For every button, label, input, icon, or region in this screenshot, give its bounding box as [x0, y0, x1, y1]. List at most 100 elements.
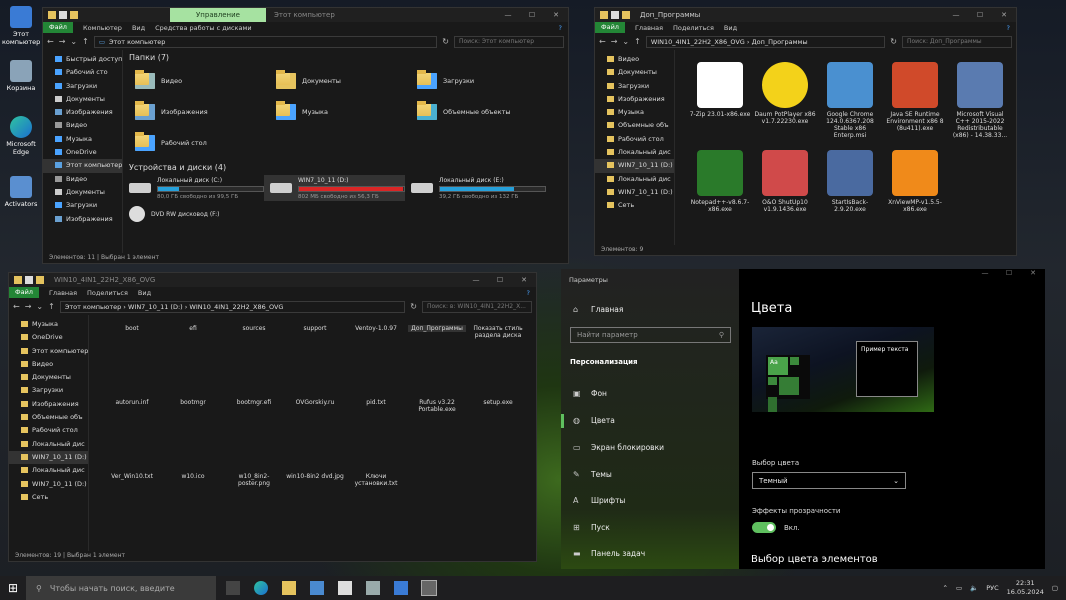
maximize-icon[interactable]: ☐ — [968, 11, 992, 19]
this-pc-desktop-icon[interactable]: Этот компьютер — [2, 6, 40, 46]
search-input[interactable]: Поиск: Этот компьютер — [454, 35, 564, 48]
nav-item[interactable]: Объемные объ — [9, 411, 88, 424]
chevron-down-icon[interactable]: ⌄ — [622, 37, 629, 46]
nav-item[interactable]: Загрузки — [43, 80, 122, 93]
folders-group-header[interactable]: Папки (7) — [123, 50, 568, 65]
file-item[interactable]: autorun.inf — [103, 399, 161, 406]
navigation-pane[interactable]: Быстрый доступ Рабочий сто Загрузки Доку… — [43, 50, 123, 253]
settings-menu-start[interactable]: ⊞ Пуск — [573, 523, 610, 532]
dvd-drive[interactable]: DVD RW дисковод (F:) — [123, 201, 264, 227]
nav-item[interactable]: Документы — [43, 93, 122, 106]
file-item[interactable]: Daum PotPlayer x86 v1.7.22230.exe — [754, 62, 816, 125]
nav-item[interactable]: WIN7_10_11 (D:) — [9, 478, 88, 491]
file-item[interactable]: boot — [103, 325, 161, 332]
tab-home[interactable]: Главная — [49, 289, 77, 297]
close-icon[interactable]: ✕ — [544, 11, 568, 19]
help-icon[interactable]: ? — [559, 24, 568, 32]
file-item[interactable]: XnViewMP-v1.5.5-x86.exe — [884, 150, 946, 213]
tab-file[interactable]: Файл — [9, 287, 39, 298]
file-item[interactable]: w10_8in2-poster.png — [225, 473, 283, 487]
folder-item[interactable]: Загрузки — [405, 65, 546, 96]
file-item[interactable]: Google Chrome 124.0.6367.208 Stable x86 … — [819, 62, 881, 139]
drive-item[interactable]: WIN7_10_11 (D:) 802 МБ свободно из 56,3 Г… — [264, 175, 405, 201]
maximize-icon[interactable]: ☐ — [488, 276, 512, 284]
nav-item-quick-access[interactable]: Быстрый доступ — [43, 53, 122, 66]
settings-menu-fonts[interactable]: A Шрифты — [573, 496, 625, 505]
nav-item[interactable]: Загрузки — [43, 199, 122, 212]
tab-computer[interactable]: Компьютер — [83, 24, 122, 32]
nav-item-onedrive[interactable]: OneDrive — [43, 146, 122, 159]
nav-item[interactable]: Документы — [43, 186, 122, 199]
file-item[interactable]: Rufus v3.22 Portable.exe — [408, 399, 466, 413]
nav-item[interactable]: Изображения — [595, 93, 674, 106]
tab-view[interactable]: Вид — [138, 289, 151, 297]
folder-item[interactable]: Документы — [264, 65, 405, 96]
forward-arrow-icon[interactable]: → — [611, 37, 618, 46]
quick-access-toolbar[interactable] — [9, 276, 44, 284]
drives-group-header[interactable]: Устройства и диски (4) — [123, 160, 568, 175]
file-item[interactable]: pid.txt — [347, 399, 405, 406]
minimize-icon[interactable]: — — [496, 11, 520, 19]
maximize-icon[interactable]: ☐ — [520, 11, 544, 19]
nav-item[interactable]: Документы — [595, 66, 674, 79]
nav-item[interactable]: Музыка — [9, 318, 88, 331]
nav-item[interactable]: Видео — [43, 173, 122, 186]
folder-item[interactable]: Видео — [123, 65, 264, 96]
file-item[interactable]: bootmgr.efi — [225, 399, 283, 406]
file-explorer-icon[interactable] — [282, 581, 296, 595]
file-item[interactable]: w10.ico — [164, 473, 222, 480]
folder-item[interactable]: Изображения — [123, 96, 264, 127]
nav-item[interactable]: Музыка — [595, 106, 674, 119]
edge-desktop-icon[interactable]: Microsoft Edge — [2, 116, 40, 156]
color-mode-select[interactable]: Темный ⌄ — [752, 472, 906, 489]
transparency-toggle[interactable] — [752, 522, 776, 533]
nav-item[interactable]: Сеть — [595, 199, 674, 212]
network-icon[interactable]: ▭ — [956, 584, 962, 592]
nav-item[interactable]: Рабочий сто — [43, 66, 122, 79]
nav-item[interactable]: Изображения — [9, 398, 88, 411]
up-arrow-icon[interactable]: ↑ — [82, 37, 89, 46]
minimize-icon[interactable]: — — [464, 276, 488, 284]
volume-icon[interactable]: 🔈 — [970, 584, 978, 592]
folder-item[interactable]: Объемные объекты — [405, 96, 546, 127]
ribbon-context-tab[interactable]: Управление — [170, 8, 266, 22]
store-icon[interactable] — [310, 581, 324, 595]
nav-item[interactable]: Рабочий стол — [595, 133, 674, 146]
file-item[interactable]: Ventoy-1.0.97 — [347, 325, 405, 332]
nav-item[interactable]: Видео — [43, 119, 122, 132]
chevron-down-icon[interactable]: ⌄ — [36, 302, 43, 311]
folder-item[interactable]: Музыка — [264, 96, 405, 127]
address-bar[interactable]: WIN10_4IN1_22H2_X86_OVG › Доп_Программы — [645, 35, 886, 48]
tab-view[interactable]: Вид — [724, 24, 737, 32]
settings-menu-taskbar[interactable]: ▬ Панель задач — [573, 549, 645, 558]
nav-item[interactable]: Документы — [9, 371, 88, 384]
file-item[interactable]: Ключи установки.txt — [347, 473, 405, 487]
quick-access-toolbar[interactable] — [43, 11, 78, 19]
minimize-icon[interactable]: — — [944, 11, 968, 19]
up-arrow-icon[interactable]: ↑ — [634, 37, 641, 46]
file-item[interactable]: Доп_Программы — [408, 325, 466, 332]
forward-arrow-icon[interactable]: → — [59, 37, 66, 46]
up-arrow-icon[interactable]: ↑ — [48, 302, 55, 311]
close-icon[interactable]: ✕ — [512, 276, 536, 284]
refresh-icon[interactable]: ↻ — [442, 37, 449, 46]
settings-menu-themes[interactable]: ✎ Темы — [573, 470, 612, 479]
clock[interactable]: 22:31 16.05.2024 — [1007, 579, 1044, 597]
file-item[interactable]: O&O ShutUp10 v1.9.1436.exe — [754, 150, 816, 213]
nav-item-this-pc[interactable]: Этот компьютер — [43, 159, 122, 173]
settings-gear-icon[interactable] — [421, 580, 437, 596]
file-item[interactable]: bootmgr — [164, 399, 222, 406]
nav-item[interactable]: Локальный дис — [595, 146, 674, 159]
nav-item[interactable]: WIN7_10_11 (D:) — [595, 159, 674, 173]
tab-file[interactable]: Файл — [595, 22, 625, 33]
nav-item[interactable]: Локальный дис — [595, 173, 674, 186]
file-item[interactable]: OVGorskiy.ru — [286, 399, 344, 406]
chevron-down-icon[interactable]: ⌄ — [70, 37, 77, 46]
tab-home[interactable]: Главная — [635, 24, 663, 32]
folder-item[interactable]: Рабочий стол — [123, 127, 264, 158]
nav-item[interactable]: Сеть — [9, 491, 88, 504]
navigation-pane[interactable]: Видео Документы Загрузки Изображения Музыка О… — [595, 50, 675, 245]
drive-item[interactable]: Локальный диск (E:) 39,2 ГБ свободно из 1… — [405, 175, 546, 201]
minimize-icon[interactable]: — — [973, 269, 997, 277]
settings-search-input[interactable]: Найти параметр ⚲ — [570, 327, 731, 343]
